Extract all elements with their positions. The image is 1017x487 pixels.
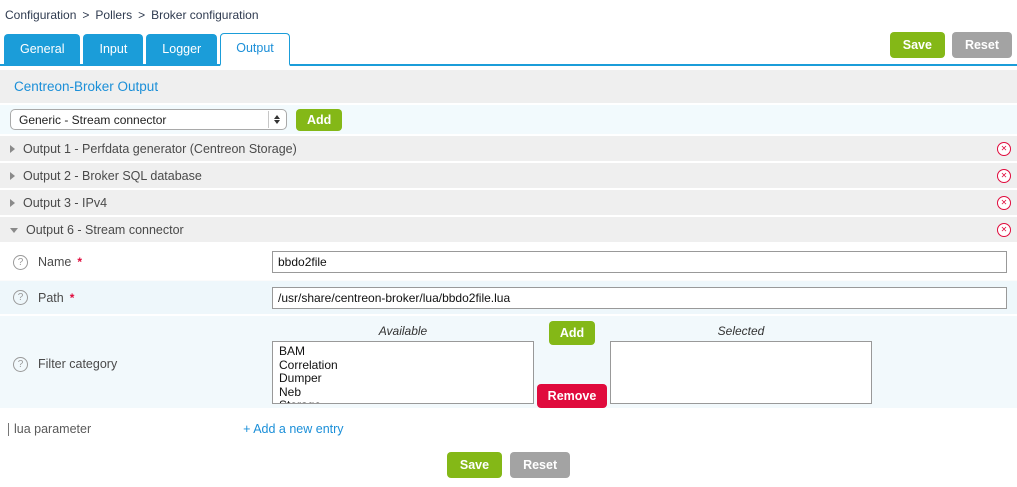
filter-dual-list: Available BAM Correlation Dumper Neb Sto… <box>272 320 872 408</box>
output-row-6[interactable]: Output 6 - Stream connector ✕ <box>0 217 1017 244</box>
filter-category-row: ? Filter category Available BAM Correlat… <box>0 316 1017 408</box>
panel-header: Centreon-Broker Output <box>0 70 1017 105</box>
reset-button-bottom[interactable]: Reset <box>510 452 570 478</box>
delete-output-icon[interactable]: ✕ <box>997 196 1011 210</box>
output-row-label: Output 1 - Perfdata generator (Centreon … <box>23 142 997 156</box>
select-stepper-icon <box>268 111 280 128</box>
tab-bar: General Input Logger Output Save Reset <box>0 28 1017 66</box>
save-button-bottom[interactable]: Save <box>447 452 502 478</box>
required-asterisk: * <box>77 255 82 269</box>
breadcrumb-pollers[interactable]: Pollers <box>95 8 132 22</box>
output-type-select[interactable]: Generic - Stream connector <box>10 109 287 130</box>
available-caption: Available <box>272 320 534 341</box>
name-label: Name <box>38 255 71 269</box>
path-input[interactable] <box>272 287 1007 309</box>
filter-add-button[interactable]: Add <box>549 321 595 345</box>
collapsed-triangle-icon <box>10 172 15 180</box>
delete-output-icon[interactable]: ✕ <box>997 169 1011 183</box>
available-listbox[interactable]: BAM Correlation Dumper Neb Storage <box>272 341 534 404</box>
available-option[interactable]: Correlation <box>279 359 533 373</box>
path-row: ? Path * <box>0 281 1017 316</box>
breadcrumb-separator: > <box>82 8 89 22</box>
page-title: Centreon-Broker Output <box>14 79 158 94</box>
available-option[interactable]: Neb <box>279 386 533 400</box>
selected-caption: Selected <box>610 320 872 341</box>
available-option[interactable]: Dumper <box>279 372 533 386</box>
breadcrumb-broker-configuration[interactable]: Broker configuration <box>151 8 258 22</box>
tab-input[interactable]: Input <box>83 34 143 64</box>
help-icon[interactable]: ? <box>13 255 28 270</box>
filter-category-label: Filter category <box>38 357 117 371</box>
filter-remove-button[interactable]: Remove <box>537 384 608 408</box>
lua-parameter-row: lua parameter + Add a new entry <box>0 422 1017 436</box>
available-option[interactable]: BAM <box>279 345 533 359</box>
tab-logger[interactable]: Logger <box>146 34 217 64</box>
output-row-label: Output 3 - IPv4 <box>23 196 997 210</box>
output-row-2[interactable]: Output 2 - Broker SQL database ✕ <box>0 163 1017 190</box>
path-label: Path <box>38 291 64 305</box>
save-button-top[interactable]: Save <box>890 32 945 58</box>
breadcrumb-configuration[interactable]: Configuration <box>5 8 76 22</box>
output-row-label: Output 6 - Stream connector <box>26 223 997 237</box>
breadcrumb-separator: > <box>138 8 145 22</box>
reset-button-top[interactable]: Reset <box>952 32 1012 58</box>
expanded-triangle-icon <box>10 228 18 233</box>
help-icon[interactable]: ? <box>13 290 28 305</box>
broker-output-page: Configuration > Pollers > Broker configurati… <box>0 0 1017 487</box>
selected-listbox[interactable] <box>610 341 872 404</box>
required-asterisk: * <box>70 291 75 305</box>
output-row-1[interactable]: Output 1 - Perfdata generator (Centreon … <box>0 136 1017 163</box>
collapsed-triangle-icon <box>10 145 15 153</box>
add-output-band: Generic - Stream connector Add <box>0 105 1017 136</box>
vertical-bar-icon <box>8 423 9 436</box>
breadcrumb: Configuration > Pollers > Broker configurati… <box>0 0 1017 28</box>
output-row-label: Output 2 - Broker SQL database <box>23 169 997 183</box>
help-icon[interactable]: ? <box>13 357 28 372</box>
available-option[interactable]: Storage <box>279 399 533 404</box>
add-new-entry-link[interactable]: + Add a new entry <box>243 422 343 436</box>
output-type-select-value: Generic - Stream connector <box>19 113 264 127</box>
footer-actions: Save Reset <box>0 452 1017 478</box>
collapsed-triangle-icon <box>10 199 15 207</box>
tab-output[interactable]: Output <box>220 33 290 66</box>
delete-output-icon[interactable]: ✕ <box>997 223 1011 237</box>
tab-general[interactable]: General <box>4 34 80 64</box>
output-row-3[interactable]: Output 3 - IPv4 ✕ <box>0 190 1017 217</box>
name-row: ? Name * <box>0 244 1017 281</box>
delete-output-icon[interactable]: ✕ <box>997 142 1011 156</box>
name-input[interactable] <box>272 251 1007 273</box>
add-output-button[interactable]: Add <box>296 109 342 131</box>
lua-parameter-label: lua parameter <box>14 422 91 436</box>
